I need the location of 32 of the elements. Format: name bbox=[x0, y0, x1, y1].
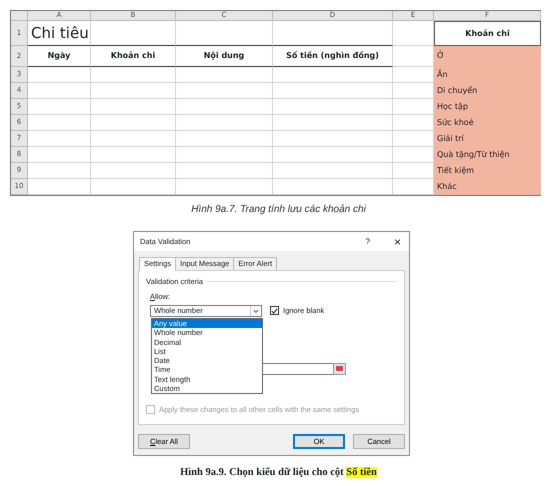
table-cell: Ăn bbox=[434, 67, 541, 83]
table-cell: Ở bbox=[434, 46, 541, 67]
table-cell: Học tập bbox=[434, 99, 541, 115]
table-header-cell: Khoản chi bbox=[434, 21, 541, 46]
corner-cell[interactable] bbox=[11, 11, 28, 21]
table-cell: Sức khoẻ bbox=[434, 115, 541, 131]
range-select-icon[interactable] bbox=[333, 363, 346, 375]
table-cell bbox=[28, 147, 91, 163]
caret-icon bbox=[250, 306, 261, 316]
table-cell bbox=[28, 179, 91, 195]
table-cell: Giải trí bbox=[434, 131, 541, 147]
checkbox[interactable] bbox=[270, 306, 279, 315]
table-header-cell: Số tiền (nghìn đồng) bbox=[273, 46, 393, 67]
table-cell bbox=[28, 163, 91, 179]
table-header-cell: Nội dung bbox=[176, 46, 273, 67]
help-button[interactable]: ? bbox=[366, 236, 370, 248]
table-cell bbox=[393, 21, 434, 46]
table-header-cell: Khoản chi bbox=[91, 46, 176, 67]
figure-caption: Hình 9a.7. Trang tính lưu các khoản chi bbox=[190, 203, 367, 217]
table-cell: Quà tặng/Từ thiện bbox=[434, 147, 541, 163]
table-header-cell: Ngày bbox=[28, 46, 91, 67]
table-cell bbox=[28, 83, 91, 99]
figure-caption: Hình 9a.9. Chọn kiểu dữ liệu cho cột Số tiền bbox=[179, 466, 378, 480]
table-cell bbox=[28, 99, 91, 115]
table-cell bbox=[28, 67, 91, 83]
table-cell: Khác bbox=[434, 179, 541, 195]
sheet-title: Chi tiêu bbox=[28, 21, 91, 46]
table-cell bbox=[28, 115, 91, 131]
table-cell bbox=[28, 131, 91, 147]
table-cell: Tiết kiệm bbox=[434, 163, 541, 179]
close-button[interactable]: × bbox=[394, 236, 401, 248]
table-cell: Di chuyển bbox=[434, 83, 541, 99]
